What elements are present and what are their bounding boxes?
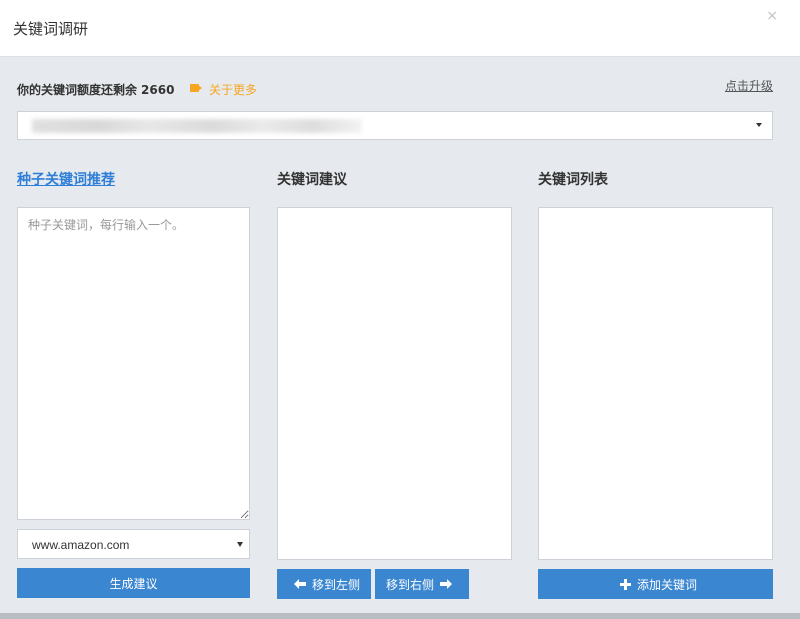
keyword-list[interactable] bbox=[538, 207, 773, 560]
suggestions-title: 关键词建议 bbox=[277, 172, 347, 188]
site-select-value: www.amazon.com bbox=[32, 538, 130, 552]
dialog-title: 关键词调研 bbox=[13, 20, 89, 38]
seed-keywords-input[interactable] bbox=[17, 207, 250, 520]
dialog-body: 你的关键词额度还剩余 2660 关于更多 点击升级 种子关键词推荐 关键词建议 关… bbox=[0, 57, 800, 613]
caret-down-icon bbox=[237, 542, 243, 547]
generate-suggestions-button[interactable]: 生成建议 bbox=[17, 568, 250, 598]
video-camera-icon bbox=[190, 84, 202, 92]
caret-down-icon bbox=[756, 123, 762, 127]
close-icon[interactable]: × bbox=[766, 8, 778, 24]
arrow-right-icon bbox=[440, 579, 452, 589]
suggestions-list[interactable] bbox=[277, 207, 512, 560]
keyword-list-title: 关键词列表 bbox=[538, 172, 608, 188]
quota-remaining: 2660 bbox=[141, 83, 175, 97]
learn-more-link[interactable]: 关于更多 bbox=[209, 81, 257, 98]
add-keyword-button[interactable]: 添加关键词 bbox=[538, 569, 773, 599]
upgrade-link[interactable]: 点击升级 bbox=[725, 77, 773, 94]
plus-icon bbox=[619, 578, 631, 590]
arrow-left-icon bbox=[293, 579, 306, 589]
redacted-value bbox=[32, 119, 362, 133]
move-right-button[interactable]: 移到右侧 bbox=[375, 569, 469, 599]
seed-keywords-title[interactable]: 种子关键词推荐 bbox=[17, 169, 115, 189]
account-select[interactable] bbox=[17, 111, 773, 140]
bottom-bar bbox=[0, 613, 800, 619]
dialog-header: 关键词调研 × bbox=[0, 0, 800, 57]
quota-label: 你的关键词额度还剩余 bbox=[17, 83, 138, 97]
site-select[interactable]: www.amazon.com bbox=[17, 529, 250, 559]
add-keyword-label: 添加关键词 bbox=[636, 577, 697, 592]
move-left-button[interactable]: 移到左侧 bbox=[277, 569, 371, 599]
generate-suggestions-label: 生成建议 bbox=[109, 576, 158, 591]
move-right-label: 移到右侧 bbox=[385, 577, 434, 592]
move-left-label: 移到左侧 bbox=[311, 577, 360, 592]
quota-text: 你的关键词额度还剩余 2660 bbox=[17, 81, 174, 98]
